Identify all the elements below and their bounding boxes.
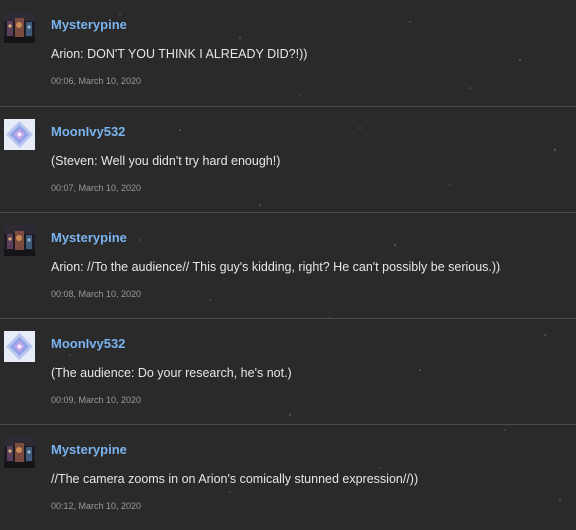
timestamp: 00:08, March 10, 2020: [51, 289, 142, 299]
message-text: (The audience: Do your research, he's no…: [51, 366, 292, 380]
timestamp: 00:12, March 10, 2020: [51, 501, 142, 511]
mysterypine-avatar-icon[interactable]: [4, 437, 35, 468]
moonivy-avatar-icon[interactable]: [4, 331, 35, 362]
username-link[interactable]: Mysterypine: [51, 230, 127, 245]
username-link[interactable]: MoonIvy532: [51, 336, 125, 351]
username-link[interactable]: MoonIvy532: [51, 124, 125, 139]
timestamp: 00:07, March 10, 2020: [51, 183, 142, 193]
mysterypine-avatar-icon[interactable]: [4, 12, 35, 43]
comment-post: MoonIvy532 (The audience: Do your resear…: [0, 318, 576, 424]
message-text: //The camera zooms in on Arion's comical…: [51, 472, 419, 486]
message-text: Arion: //To the audience// This guy's ki…: [51, 260, 501, 274]
moonivy-avatar-icon[interactable]: [4, 119, 35, 150]
comment-feed: Mysterypine Arion: DON'T YOU THINK I ALR…: [0, 0, 576, 530]
comment-post: Mysterypine Arion: //To the audience// T…: [0, 212, 576, 318]
comment-post: Mysterypine Arion: DON'T YOU THINK I ALR…: [0, 0, 576, 106]
comment-post: Mysterypine //The camera zooms in on Ari…: [0, 424, 576, 530]
message-text: Arion: DON'T YOU THINK I ALREADY DID?!)): [51, 47, 308, 61]
username-link[interactable]: Mysterypine: [51, 442, 127, 457]
username-link[interactable]: Mysterypine: [51, 17, 127, 32]
comment-post: MoonIvy532 (Steven: Well you didn't try …: [0, 106, 576, 212]
message-text: (Steven: Well you didn't try hard enough…: [51, 154, 281, 168]
timestamp: 00:06, March 10, 2020: [51, 76, 142, 86]
timestamp: 00:09, March 10, 2020: [51, 395, 142, 405]
mysterypine-avatar-icon[interactable]: [4, 225, 35, 256]
